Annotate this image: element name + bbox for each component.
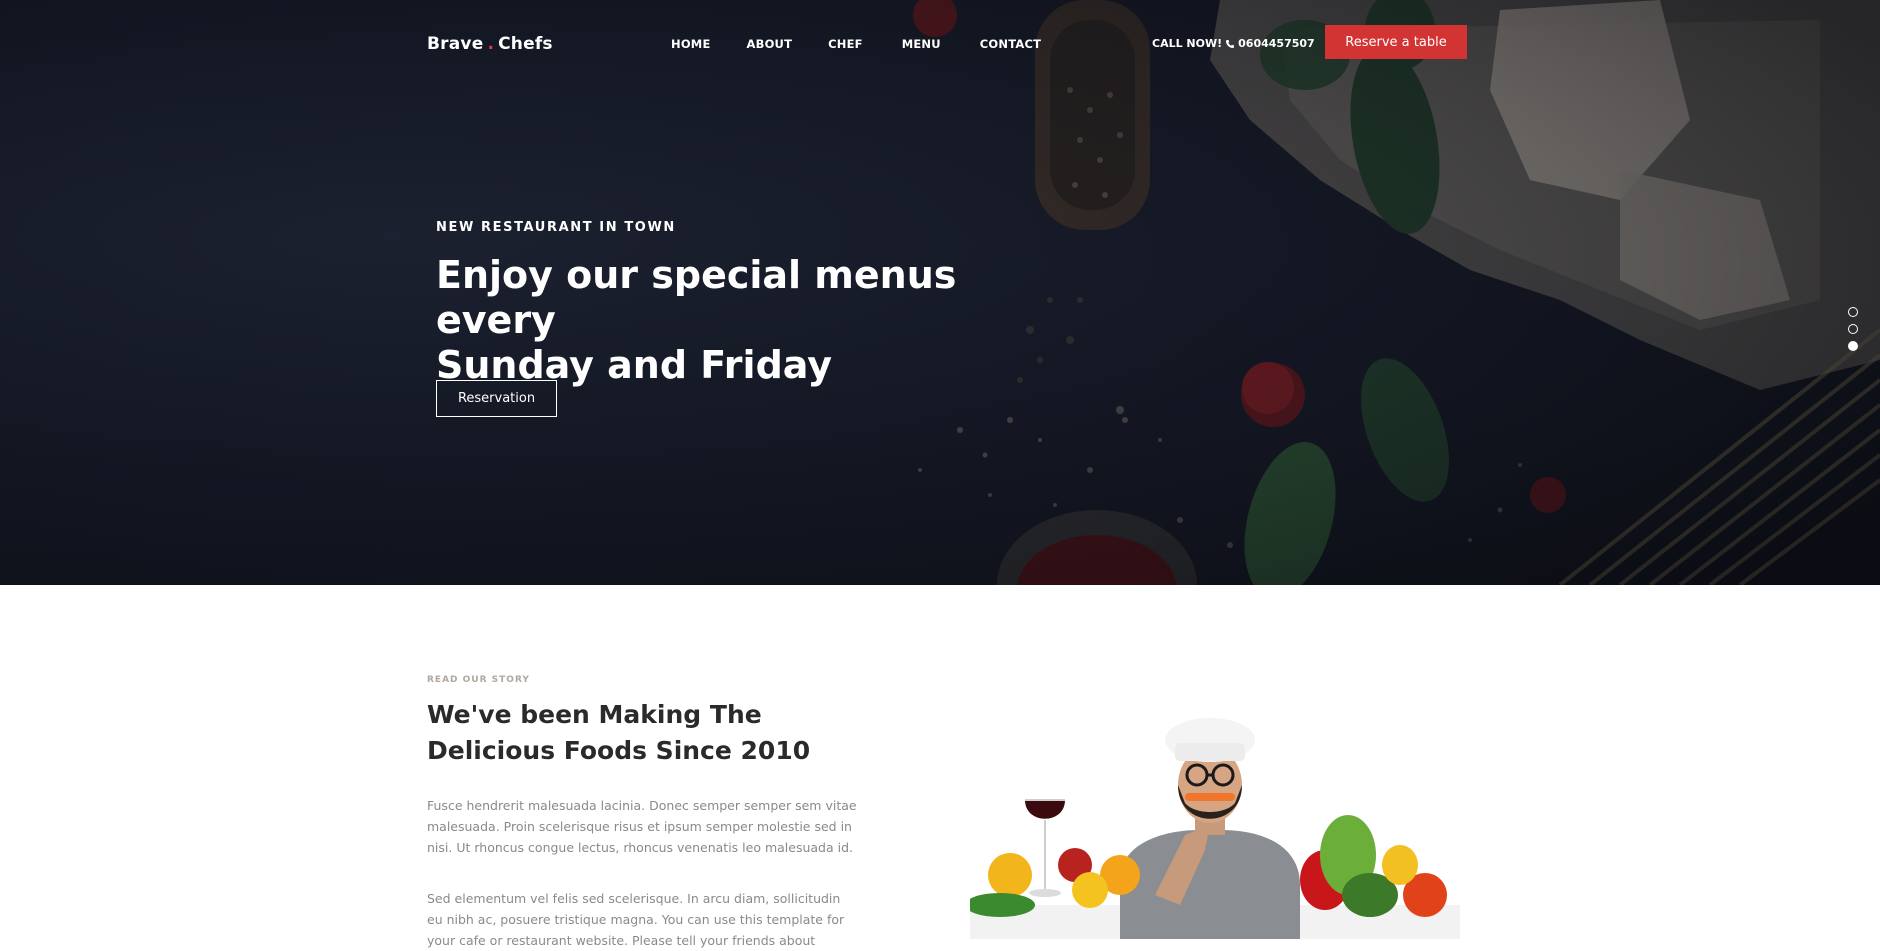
story-paragraph-1: Fusce hendrerit malesuada lacinia. Donec… — [427, 798, 857, 855]
phone-icon — [1226, 39, 1235, 48]
call-now-label: CALL NOW! — [1152, 37, 1223, 50]
reservation-button[interactable]: Reservation — [436, 380, 557, 417]
hero-title-line1: Enjoy our special menus every — [436, 253, 957, 342]
nav-item-about[interactable]: ABOUT — [747, 37, 793, 51]
slider-dot-2[interactable] — [1848, 324, 1858, 334]
story-title-line2: Delicious Foods Since 2010 — [427, 736, 811, 765]
brand-name-part2: Chefs — [498, 34, 553, 54]
reserve-table-button[interactable]: Reserve a table — [1325, 25, 1467, 59]
slider-dots — [1848, 307, 1858, 351]
brand-name-part1: Brave — [427, 34, 484, 54]
hero-title: Enjoy our special menus every Sunday and… — [436, 253, 1076, 388]
brand-logo[interactable]: Brave . Chefs — [427, 34, 553, 54]
story-title: We've been Making The Delicious Foods Si… — [427, 697, 867, 769]
story-paragraph-2: Sed elementum vel felis sed scelerisque.… — [427, 891, 845, 948]
slider-dot-1[interactable] — [1848, 307, 1858, 317]
slider-dot-3[interactable] — [1848, 341, 1858, 351]
phone-number: 0604457507 — [1238, 37, 1315, 50]
brand-dot: . — [487, 34, 495, 54]
story-title-line1: We've been Making The — [427, 700, 762, 729]
hero-section: Brave . Chefs HOME ABOUT CHEF MENU CONTA… — [0, 0, 1880, 585]
nav-item-chef[interactable]: CHEF — [828, 37, 863, 51]
nav-item-home[interactable]: HOME — [671, 37, 711, 51]
call-now[interactable]: CALL NOW! 0604457507 — [1152, 37, 1315, 50]
nav-item-menu[interactable]: MENU — [902, 37, 941, 51]
story-eyebrow: READ OUR STORY — [427, 675, 530, 685]
nav-item-contact[interactable]: CONTACT — [980, 37, 1041, 51]
hero-eyebrow: NEW RESTAURANT IN TOWN — [436, 220, 676, 235]
chef-with-vegetables-image — [970, 718, 1460, 939]
main-nav: HOME ABOUT CHEF MENU CONTACT — [671, 37, 1041, 51]
